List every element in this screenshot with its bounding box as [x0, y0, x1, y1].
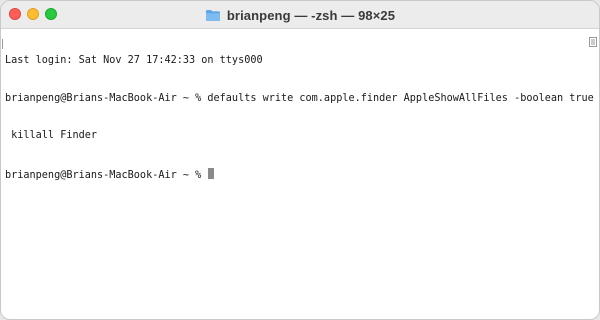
terminal-line: killall Finder — [5, 130, 98, 141]
window-title: brianpeng — -zsh — 98×25 — [226, 7, 396, 23]
terminal-line: Last login: Sat Nov 27 17:42:33 on ttys0… — [5, 55, 263, 66]
terminal-line: brianpeng@Brians-MacBook-Air ~ % default… — [5, 92, 600, 104]
marks-list-icon[interactable] — [589, 37, 597, 47]
terminal-output[interactable]: Last login: Sat Nov 27 17:42:33 on ttys0… — [5, 30, 600, 319]
folder-icon — [205, 9, 220, 21]
mark-indicator — [2, 39, 3, 49]
title-bar[interactable]: brianpeng — -zsh — 98×25 — [1, 1, 599, 29]
window-title-group: brianpeng — -zsh — 98×25 — [1, 1, 599, 29]
terminal-window: brianpeng — -zsh — 98×25 Last login: Sat… — [0, 0, 600, 320]
text-cursor — [208, 167, 215, 179]
terminal-prompt-line: brianpeng@Brians-MacBook-Air ~ % — [5, 167, 585, 181]
terminal-prompt: brianpeng@Brians-MacBook-Air ~ % — [5, 169, 208, 181]
